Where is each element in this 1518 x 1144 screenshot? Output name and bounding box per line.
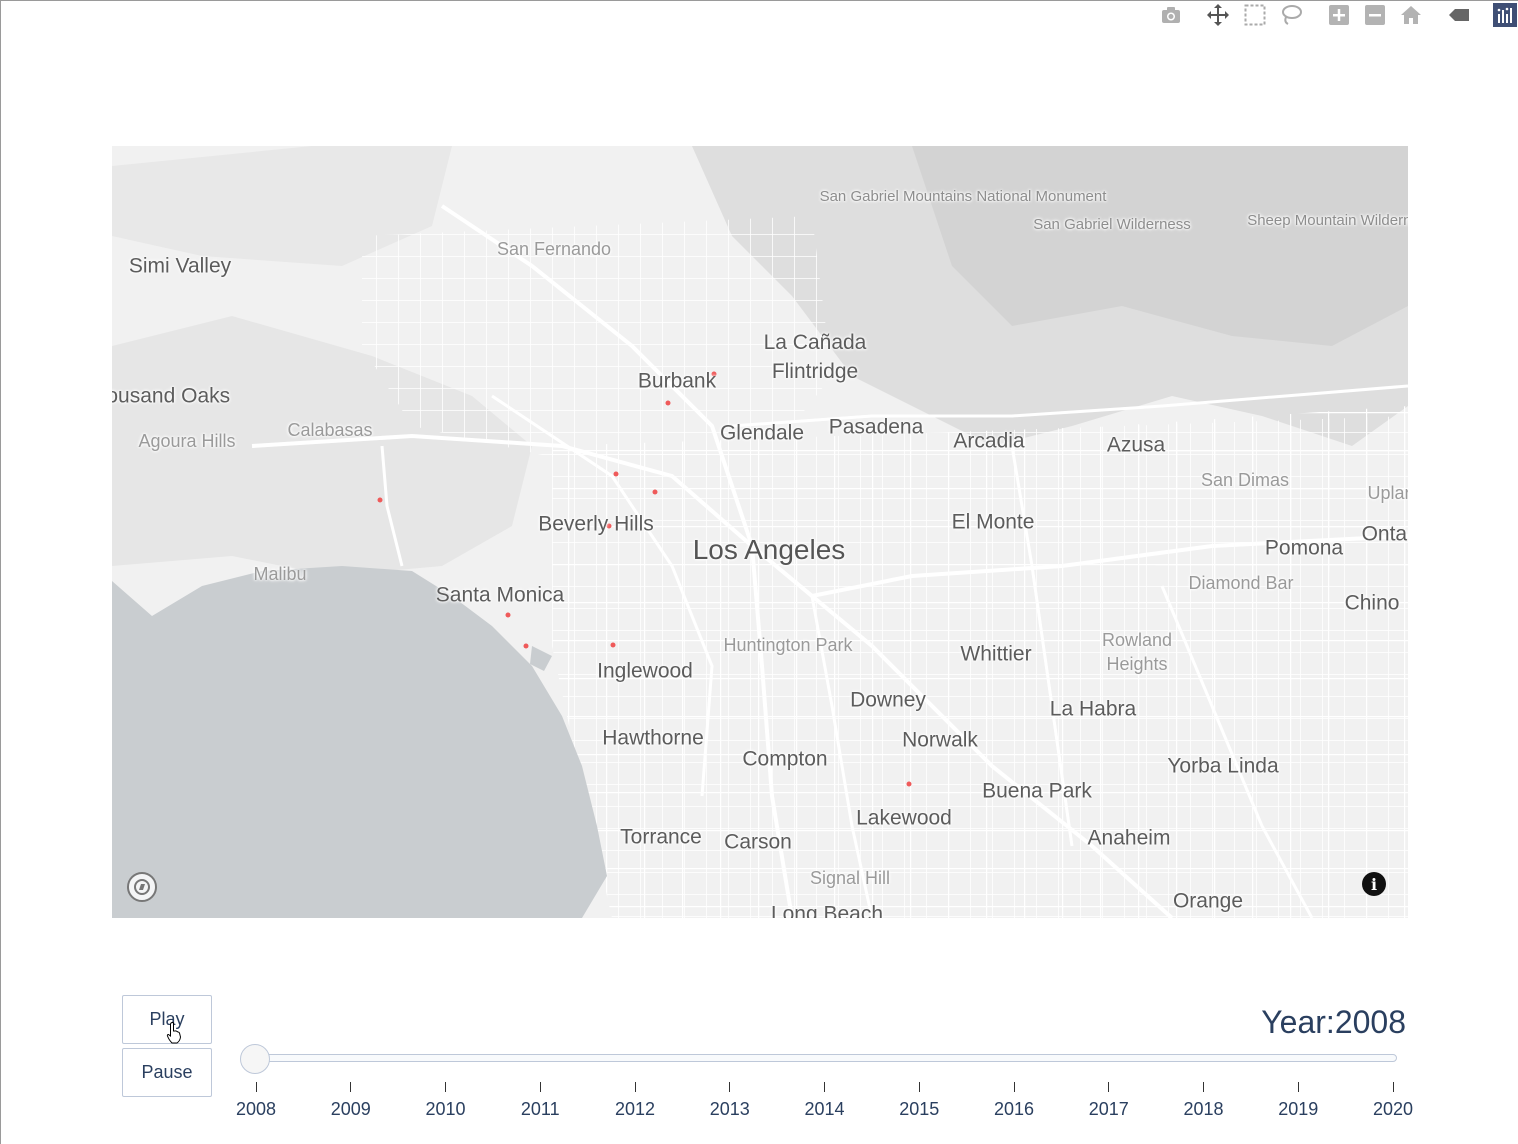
place-label: Hawthorne [602,726,704,750]
slider-prefix: Year: [1261,1004,1335,1040]
place-label: Azusa [1106,433,1166,457]
slider-tick [1203,1082,1204,1092]
slider-step-2015[interactable]: 2015 [899,1099,939,1120]
modebar [1150,0,1518,30]
place-label: Chino [1344,591,1400,615]
slider-tick [539,1082,541,1092]
zoom-in-icon[interactable] [1326,2,1352,28]
lasso-icon[interactable] [1278,2,1304,28]
slider-step-2019[interactable]: 2019 [1278,1099,1318,1120]
place-label: Signal Hill [809,868,891,888]
mapbox-logo-icon[interactable] [127,872,157,902]
camera-icon[interactable] [1158,2,1184,28]
place-label: Inglewood [597,659,693,683]
slider-tick [824,1082,825,1092]
slider-current-year: 2008 [1334,1004,1406,1040]
place-label: Santa Monica [435,583,565,607]
slider-tick [350,1082,352,1092]
slider-tick [1297,1082,1299,1092]
place-label: Ontario [1361,522,1408,546]
zoom-out-icon[interactable] [1362,2,1388,28]
data-marker[interactable] [377,497,383,503]
slider-tick [445,1082,446,1092]
place-label: Thousand Oaks [112,384,231,408]
box-select-icon[interactable] [1242,2,1268,28]
place-label: Beverly Hills [538,512,654,536]
place-label: La Cañada Flintridge [763,331,867,383]
place-label: Lakewood [856,806,952,830]
map-view[interactable]: San Gabriel Mountains National Monument … [112,146,1408,918]
slider-step-2013[interactable]: 2013 [710,1099,750,1120]
place-label: Pasadena [828,415,924,439]
place-label: Yorba Linda [1167,754,1279,778]
place-label: Pomona [1264,536,1344,560]
slider-tick [729,1082,731,1092]
place-label: Arcadia [953,429,1025,453]
data-marker[interactable] [610,642,616,648]
place-label: Calabasas [287,420,373,440]
slider-step-2017[interactable]: 2017 [1089,1099,1129,1120]
park-label: San Gabriel Wilderness [1033,216,1191,233]
place-label: Long Beach [770,902,884,919]
place-label: San Fernando [496,239,612,259]
slider-handle[interactable] [240,1044,270,1074]
place-label: Buena Park [982,779,1092,803]
place-label: Compton [742,747,828,771]
place-label: Diamond Bar [1188,573,1294,593]
tag-icon[interactable] [1446,2,1472,28]
place-label: Torrance [620,825,702,849]
slider-tick [1013,1082,1015,1092]
place-label: Carson [724,830,792,854]
reset-home-icon[interactable] [1398,2,1424,28]
place-label: Upland [1367,483,1408,503]
slider-step-2018[interactable]: 2018 [1183,1099,1223,1120]
slider-tick [1108,1082,1110,1092]
place-label: Simi Valley [128,254,232,278]
place-label: Glendale [719,421,805,445]
place-label: Rowland Heights [1101,630,1173,674]
pause-button[interactable]: Pause [122,1048,212,1097]
slider-step-2009[interactable]: 2009 [331,1099,371,1120]
slider-current-value: Year:2008 [1261,1004,1406,1041]
place-label: Orange [1172,889,1244,913]
data-marker[interactable] [523,643,529,649]
place-label: Malibu [253,564,307,584]
place-label: Norwalk [902,728,978,752]
place-label: San Dimas [1200,470,1290,490]
place-label: Anaheim [1087,826,1171,850]
plotly-logo-icon[interactable] [1492,2,1518,28]
slider-tick [918,1082,920,1092]
slider-step-2010[interactable]: 2010 [425,1099,465,1120]
data-marker[interactable] [906,781,912,787]
info-icon[interactable]: i [1362,872,1386,896]
slider-tick [1392,1082,1394,1092]
slider-step-2014[interactable]: 2014 [804,1099,844,1120]
place-label: Whittier [960,642,1032,666]
data-marker[interactable] [665,400,671,406]
hand-cursor-icon [166,1022,182,1044]
slider-step-2008[interactable]: 2008 [236,1099,276,1120]
data-marker[interactable] [505,612,511,618]
place-label: El Monte [951,510,1035,534]
map-basemap [112,146,1408,918]
slider-step-2016[interactable]: 2016 [994,1099,1034,1120]
place-label: La Habra [1049,697,1137,721]
slider-step-2012[interactable]: 2012 [615,1099,655,1120]
slider-step-2020[interactable]: 2020 [1373,1099,1413,1120]
place-label: Huntington Park [723,635,853,655]
pan-icon[interactable] [1205,2,1231,28]
park-label: San Gabriel Mountains National Monument [819,188,1107,205]
data-marker[interactable] [652,489,658,495]
place-label: Burbank [637,369,717,393]
slider-rail[interactable] [248,1054,1397,1062]
place-label: Los Angeles [692,534,846,565]
slider-tick [634,1082,636,1092]
slider-tick [255,1082,257,1092]
place-label: Downey [850,688,926,712]
data-marker[interactable] [613,471,619,477]
park-label: Sheep Mountain Wilderness [1247,212,1408,229]
place-label: Agoura Hills [138,431,236,451]
slider-step-2011[interactable]: 2011 [521,1099,560,1120]
